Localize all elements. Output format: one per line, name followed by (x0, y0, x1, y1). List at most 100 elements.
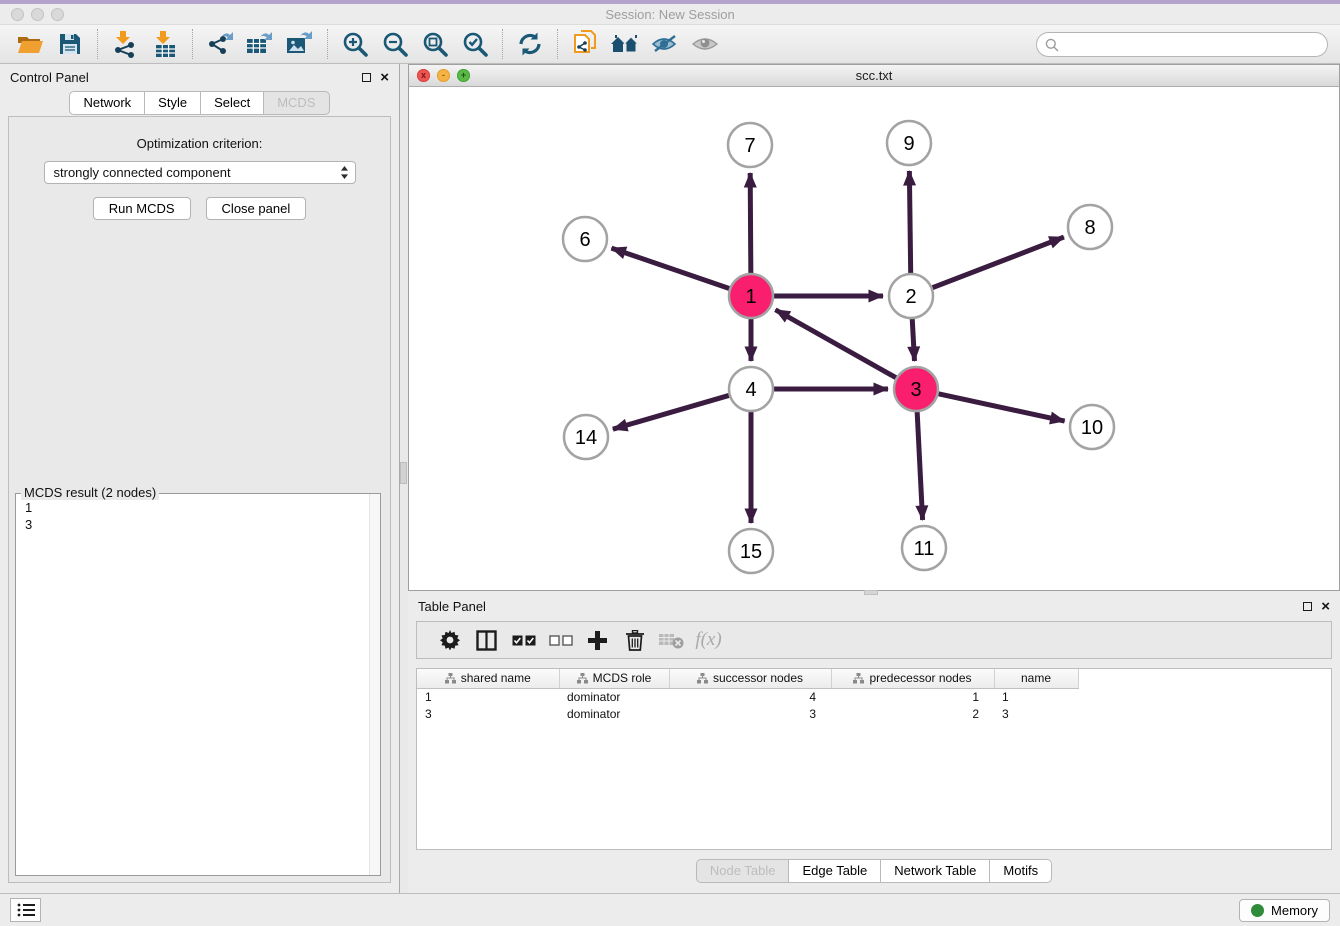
control-panel: Control Panel × NetworkStyleSelectMCDS O… (0, 64, 400, 893)
column-label: predecessor nodes (869, 671, 971, 685)
graph-node-1[interactable]: 1 (729, 274, 773, 318)
zoom-in-button[interactable] (337, 27, 373, 61)
network-graph[interactable]: 7 9 6 8 1 2 4 3 14 10 15 11 (409, 87, 1339, 590)
criterion-select[interactable]: strongly connected component (44, 161, 356, 184)
minimize-view-icon[interactable]: - (437, 69, 450, 82)
edge-1-6[interactable] (611, 248, 729, 288)
deselect-all-icon (549, 635, 573, 646)
minimize-window-icon[interactable] (31, 8, 44, 21)
search-input[interactable] (1036, 32, 1328, 57)
table-row[interactable]: 1dominator411 (417, 688, 1078, 705)
edge-2-9[interactable] (909, 171, 910, 273)
graph-node-8[interactable]: 8 (1068, 205, 1112, 249)
tab-style[interactable]: Style (145, 91, 201, 115)
column-header-successor-nodes[interactable]: successor nodes (669, 669, 831, 688)
edge-3-11[interactable] (917, 412, 922, 520)
table-cell: 1 (994, 688, 1078, 705)
node-label: 9 (903, 133, 914, 155)
zoom-out-button[interactable] (377, 27, 413, 61)
create-column-button[interactable] (579, 623, 616, 657)
table-tab-edge-table[interactable]: Edge Table (789, 859, 881, 883)
edge-3-1[interactable] (775, 310, 896, 378)
window-resize-handle[interactable] (864, 590, 878, 595)
export-network-button[interactable] (202, 27, 238, 61)
mcds-result-item: 3 (25, 516, 371, 533)
edge-3-10[interactable] (938, 394, 1064, 421)
delete-table-icon (659, 632, 684, 649)
open-file-button[interactable] (12, 27, 48, 61)
graph-node-2[interactable]: 2 (889, 274, 933, 318)
column-header-predecessor-nodes[interactable]: predecessor nodes (831, 669, 994, 688)
close-table-panel-icon[interactable]: × (1321, 599, 1330, 614)
optimization-criterion-label: Optimization criterion: (9, 136, 390, 151)
result-scrollbar[interactable] (369, 494, 380, 875)
control-panel-header: Control Panel × (0, 64, 399, 91)
close-view-icon[interactable]: x (417, 69, 430, 82)
graph-node-14[interactable]: 14 (564, 415, 608, 459)
network-window-titlebar[interactable]: x-+ scc.txt (409, 65, 1339, 87)
network-canvas[interactable]: 7 9 6 8 1 2 4 3 14 10 15 11 (409, 87, 1339, 595)
float-panel-icon[interactable] (362, 73, 371, 82)
table-row[interactable]: 3dominator323 (417, 705, 1078, 722)
select-all-icon (512, 635, 536, 646)
close-panel-icon[interactable]: × (380, 70, 389, 85)
tab-mcds[interactable]: MCDS (264, 91, 329, 115)
deselect-all-columns-button[interactable] (542, 623, 579, 657)
table-tab-node-table[interactable]: Node Table (696, 859, 790, 883)
tab-select[interactable]: Select (201, 91, 264, 115)
column-header-name[interactable]: name (994, 669, 1078, 688)
graph-node-4[interactable]: 4 (729, 367, 773, 411)
zoom-selected-button[interactable] (457, 27, 493, 61)
export-image-button[interactable] (282, 27, 318, 61)
close-window-icon[interactable] (11, 8, 24, 21)
import-network-button[interactable] (107, 27, 143, 61)
save-session-icon (59, 33, 81, 55)
graph-node-7[interactable]: 7 (728, 123, 772, 167)
edge-2-8[interactable] (932, 237, 1063, 288)
run-mcds-button[interactable]: Run MCDS (93, 197, 191, 220)
edge-1-7[interactable] (750, 173, 751, 273)
node-label: 3 (910, 379, 921, 401)
table-tab-motifs[interactable]: Motifs (990, 859, 1052, 883)
zoom-view-icon[interactable]: + (457, 69, 470, 82)
table-tab-network-table[interactable]: Network Table (881, 859, 990, 883)
close-panel-button[interactable]: Close panel (206, 197, 307, 220)
delete-column-button[interactable] (616, 623, 653, 657)
export-table-button[interactable] (242, 27, 278, 61)
save-session-button[interactable] (52, 27, 88, 61)
home-button[interactable] (607, 27, 643, 61)
add-column-icon (588, 631, 607, 650)
task-history-button[interactable] (10, 898, 41, 922)
export-network-icon (207, 31, 234, 57)
table-settings-button[interactable] (431, 623, 468, 657)
edge-4-14[interactable] (613, 395, 729, 429)
zoom-fit-button[interactable] (417, 27, 453, 61)
graph-node-15[interactable]: 15 (729, 529, 773, 573)
table-cell: dominator (559, 688, 669, 705)
splitter-handle-icon[interactable] (400, 462, 407, 484)
edge-2-3[interactable] (912, 319, 914, 361)
window-controls (11, 8, 64, 21)
memory-button[interactable]: Memory (1239, 899, 1330, 922)
tab-network[interactable]: Network (69, 91, 145, 115)
show-columns-button[interactable] (468, 623, 505, 657)
panel-splitter[interactable] (400, 64, 408, 893)
graph-node-3[interactable]: 3 (894, 367, 938, 411)
graph-node-6[interactable]: 6 (563, 217, 607, 261)
refresh-button[interactable] (512, 27, 548, 61)
column-header-shared-name[interactable]: shared name (417, 669, 559, 688)
column-header-MCDS-role[interactable]: MCDS role (559, 669, 669, 688)
float-table-panel-icon[interactable] (1303, 602, 1312, 611)
zoom-window-icon[interactable] (51, 8, 64, 21)
graph-node-10[interactable]: 10 (1070, 405, 1114, 449)
graph-node-9[interactable]: 9 (887, 121, 931, 165)
node-label: 8 (1084, 217, 1095, 239)
import-table-button[interactable] (147, 27, 183, 61)
node-label: 6 (579, 229, 590, 251)
table-cell: dominator (559, 705, 669, 722)
select-all-columns-button[interactable] (505, 623, 542, 657)
duplicate-network-button[interactable] (567, 27, 603, 61)
node-table-container: shared nameMCDS rolesuccessor nodes prede… (416, 668, 1332, 850)
graph-node-11[interactable]: 11 (902, 526, 946, 570)
hide-selected-button[interactable] (647, 27, 683, 61)
